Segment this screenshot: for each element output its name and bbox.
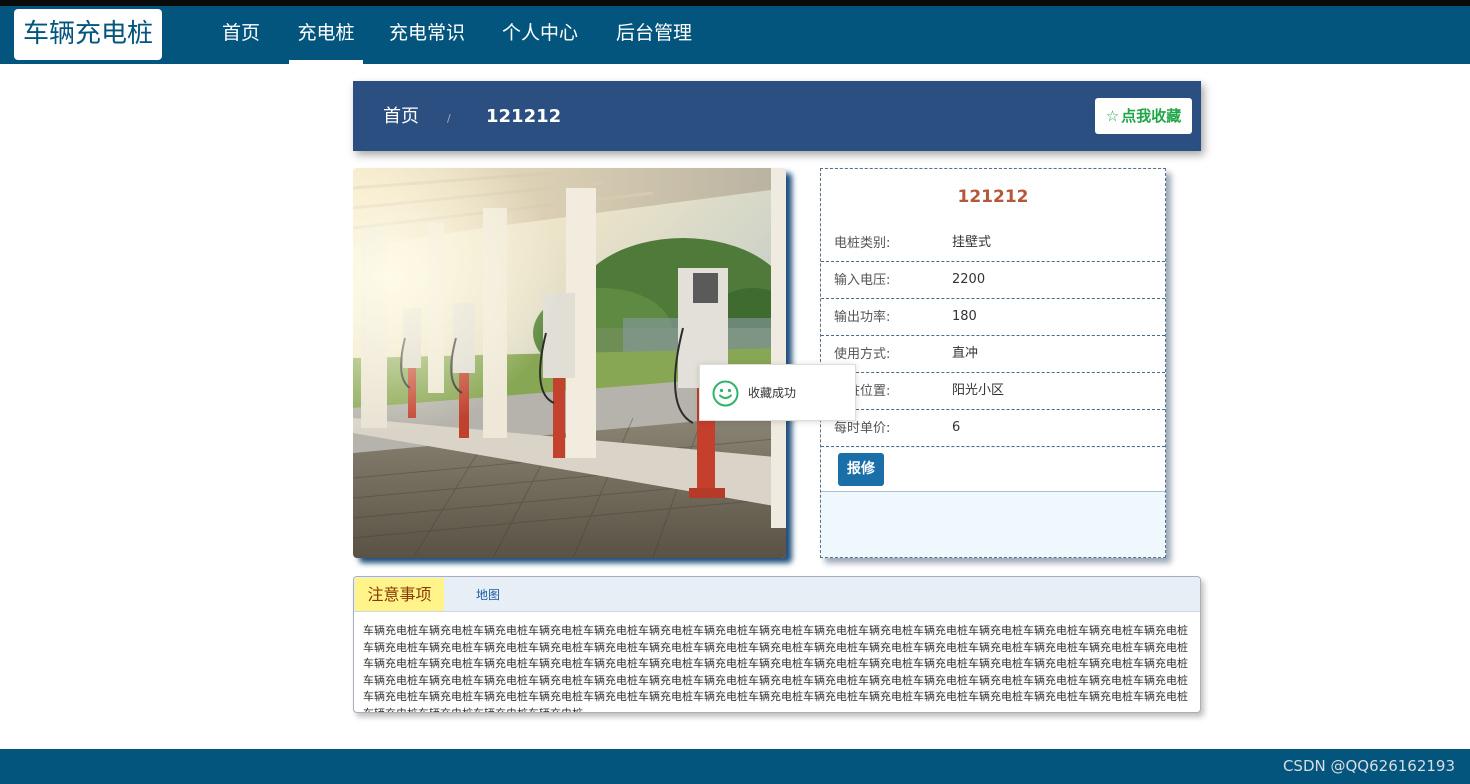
breadcrumb-current: 121212	[486, 106, 562, 127]
detail-row-input-voltage: 输入电压: 2200	[821, 262, 1165, 299]
charging-pile-photo	[353, 168, 786, 558]
detail-label: 输出功率:	[834, 310, 891, 325]
pile-detail-panel: 121212 电桩类别: 挂壁式 输入电压: 2200 输出功率: 180 使用…	[820, 168, 1166, 558]
breadcrumb-bar: 首页 / 121212 ☆ 点我收藏	[353, 81, 1201, 151]
detail-label: 输入电压:	[834, 273, 891, 288]
detail-row-type: 电桩类别: 挂壁式	[821, 225, 1165, 262]
top-navbar: 车辆充电桩 首页 充电桩 充电常识 个人中心 后台管理	[0, 6, 1470, 64]
detail-value: 6	[952, 420, 961, 435]
detail-row-hourly-price: 每时单价: 6	[821, 410, 1165, 447]
nav-admin[interactable]: 后台管理	[615, 6, 693, 64]
breadcrumb-separator: /	[447, 112, 451, 125]
detail-row-location: 电桩位置: 阳光小区	[821, 373, 1165, 410]
detail-value: 阳光小区	[952, 383, 1005, 398]
repair-button[interactable]: 报修	[838, 453, 884, 486]
repair-row: 报修	[821, 448, 1165, 492]
notes-tab-bar: 注意事项 地图	[354, 577, 1200, 612]
notes-panel: 注意事项 地图 车辆充电桩车辆充电桩车辆充电桩车辆充电桩车辆充电桩车辆充电桩车辆…	[353, 576, 1201, 713]
breadcrumb-home[interactable]: 首页	[383, 81, 419, 153]
tab-notes[interactable]: 注意事项	[355, 578, 444, 611]
detail-value: 挂壁式	[952, 235, 992, 250]
toast-message: 收藏成功	[748, 386, 797, 400]
detail-row-output-power: 输出功率: 180	[821, 299, 1165, 336]
nav-personal-center[interactable]: 个人中心	[501, 6, 579, 64]
nav-home[interactable]: 首页	[221, 6, 261, 64]
notes-content: 车辆充电桩车辆充电桩车辆充电桩车辆充电桩车辆充电桩车辆充电桩车辆充电桩车辆充电桩…	[363, 624, 1188, 713]
detail-value: 180	[952, 309, 977, 324]
detail-row-usage-mode: 使用方式: 直冲	[821, 336, 1165, 373]
footer-bar: CSDN @QQ626162193	[0, 749, 1470, 784]
star-outline-icon: ☆	[1105, 107, 1120, 125]
detail-label: 电桩类别:	[834, 236, 891, 251]
pile-title: 121212	[821, 169, 1165, 225]
nav-charging-piles[interactable]: 充电桩	[289, 6, 363, 64]
nav-charging-knowledge[interactable]: 充电常识	[388, 6, 466, 64]
site-logo[interactable]: 车辆充电桩	[14, 9, 162, 60]
favorite-button[interactable]: ☆ 点我收藏	[1095, 98, 1192, 134]
csdn-watermark: CSDN @QQ626162193	[1282, 757, 1455, 775]
smile-icon	[712, 380, 739, 407]
favorite-success-toast: 收藏成功	[699, 364, 856, 421]
detail-value: 2200	[952, 272, 986, 287]
detail-value: 直冲	[952, 346, 979, 361]
tab-map[interactable]: 地图	[476, 577, 500, 613]
favorite-button-label: 点我收藏	[1121, 107, 1182, 125]
